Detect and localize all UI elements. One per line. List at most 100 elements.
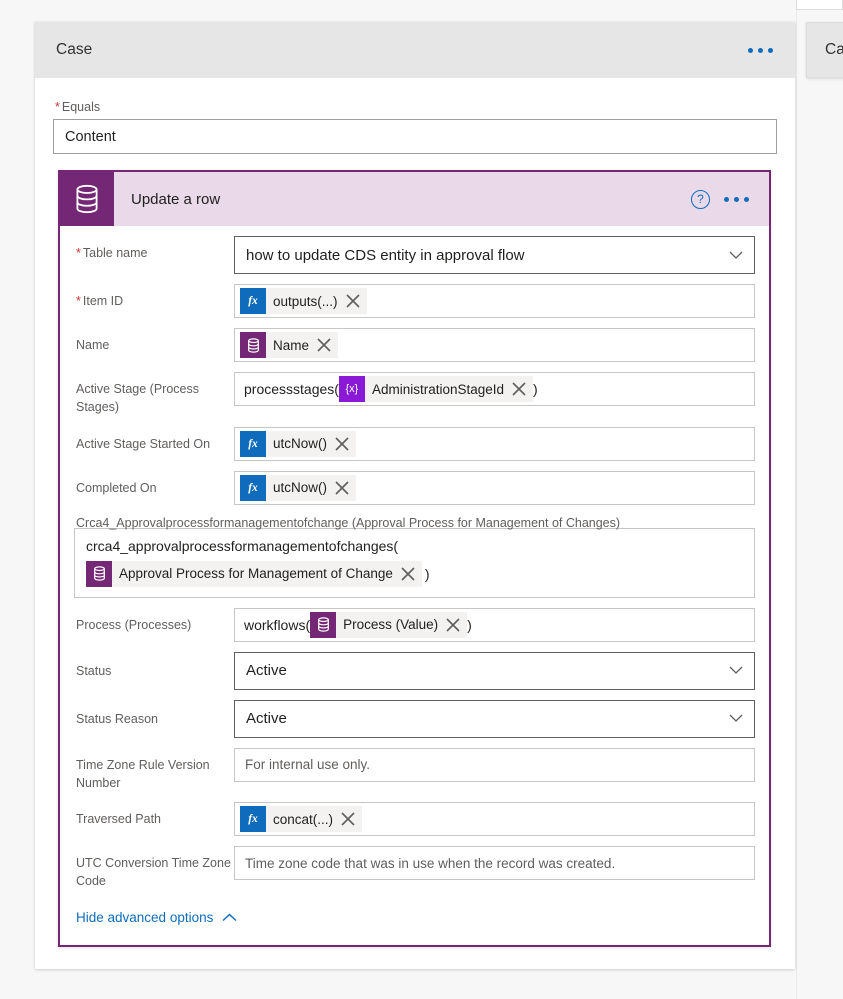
expression-prefix: processstages(	[244, 381, 339, 397]
status-dropdown[interactable]: Active	[234, 651, 755, 690]
field-control: Active	[234, 699, 755, 738]
status-reason-dropdown[interactable]: Active	[234, 699, 755, 738]
update-a-row-action-card: Update a row ? * Table name how to updat…	[58, 170, 771, 947]
process-input[interactable]: workflows( Process (Value) )	[234, 607, 755, 642]
fx-icon: fx	[240, 474, 266, 501]
dataverse-database-icon	[60, 172, 114, 226]
field-label-crca4: Crca4_Approvalprocessformanagementofchan…	[76, 515, 621, 530]
help-question-icon[interactable]: ?	[691, 189, 710, 209]
dataverse-token[interactable]: Name	[240, 332, 339, 358]
label-text: Name	[76, 338, 110, 352]
close-icon[interactable]	[314, 335, 334, 355]
field-label-process: Process (Processes)	[74, 608, 234, 635]
name-input[interactable]: Name	[234, 328, 755, 362]
completed-on-input[interactable]: fx utcNow()	[234, 470, 755, 505]
field-row-traversed-path: Traversed Path fx concat(...)	[74, 802, 755, 837]
fx-icon: fx	[240, 288, 266, 314]
field-control: fx outputs(...)	[234, 284, 755, 318]
item-id-input[interactable]: fx outputs(...)	[234, 284, 755, 318]
field-row-utc-conversion-time-zone-code: UTC Conversion Time Zone Code Time zone …	[74, 846, 755, 891]
case-card-title: Case	[56, 41, 93, 58]
close-icon[interactable]	[398, 564, 418, 584]
hide-advanced-options-link[interactable]: Hide advanced options	[74, 901, 755, 931]
field-row-status: Status Active	[74, 651, 755, 690]
close-icon[interactable]	[343, 291, 363, 311]
case-card-header: Case	[35, 22, 795, 78]
field-control: fx concat(...)	[234, 802, 755, 837]
close-icon[interactable]	[509, 379, 529, 399]
utc-conversion-time-zone-code-input[interactable]: Time zone code that was in use when the …	[234, 846, 755, 881]
variable-braces-icon: {x}	[338, 376, 365, 402]
equals-input[interactable]: Content	[53, 119, 777, 154]
close-icon[interactable]	[332, 434, 352, 454]
field-control: workflows( Process (Value) )	[234, 607, 755, 642]
token-text: utcNow()	[273, 480, 328, 495]
case-card-body: * Equals Content Update a row ? * Table …	[35, 78, 795, 969]
traversed-path-input[interactable]: fx concat(...)	[234, 802, 755, 837]
label-text: Time Zone Rule Version Number	[76, 757, 210, 790]
dataverse-token[interactable]: Approval Process for Management of Chang…	[86, 560, 422, 587]
status-reason-value: Active	[246, 710, 287, 728]
active-stage-started-on-input[interactable]: fx utcNow()	[234, 426, 755, 461]
ellipsis-icon[interactable]	[720, 191, 753, 208]
field-row-status-reason: Status Reason Active	[74, 699, 755, 738]
field-label-completed-on: Completed On	[74, 471, 234, 498]
expression-suffix: )	[424, 565, 430, 582]
field-row-active-stage: Active Stage (Process Stages) processsta…	[74, 372, 755, 417]
action-card-header-buttons: ?	[691, 172, 769, 226]
token-text: AdministrationStageId	[371, 381, 505, 397]
field-row-process: Process (Processes) workflows( Process (…	[74, 607, 755, 642]
field-label-table-name: * Table name	[74, 236, 234, 263]
expression-prefix: workflows(	[244, 616, 311, 633]
token-text: concat(...)	[273, 811, 334, 827]
expression-token[interactable]: fx concat(...)	[240, 806, 363, 833]
dot	[748, 47, 753, 53]
ellipsis-icon[interactable]	[744, 42, 777, 59]
label-text: Status	[76, 663, 112, 678]
dataverse-token[interactable]: Process (Value)	[310, 611, 468, 638]
expression-token[interactable]: fx utcNow()	[240, 430, 357, 457]
close-icon[interactable]	[332, 478, 352, 498]
chevron-down-icon	[729, 666, 743, 675]
close-icon[interactable]	[338, 809, 358, 829]
equals-label-text: Equals	[61, 100, 101, 114]
status-value: Active	[246, 662, 287, 680]
field-label-traversed-path: Traversed Path	[74, 802, 234, 829]
equals-input-value: Content	[65, 128, 116, 145]
label-text: UTC Conversion Time Zone Code	[76, 856, 231, 888]
field-label-utc-conversion-time-zone-code: UTC Conversion Time Zone Code	[74, 846, 234, 891]
peek-case-title: Cas	[825, 41, 843, 58]
label-text: Process (Processes)	[76, 617, 192, 632]
active-stage-input[interactable]: processstages( {x} AdministrationStageId…	[234, 372, 755, 406]
field-control: how to update CDS entity in approval flo…	[234, 236, 755, 274]
dot	[724, 196, 729, 202]
action-card-title: Update a row	[131, 190, 221, 208]
token-text: utcNow()	[273, 436, 328, 451]
hide-advanced-options-label: Hide advanced options	[76, 909, 214, 925]
variable-token[interactable]: {x} AdministrationStageId	[338, 376, 534, 402]
field-row-item-id: * Item ID fx outputs(...)	[74, 284, 755, 318]
crca4-input[interactable]: crca4_approvalprocessformanagementofchan…	[74, 527, 755, 598]
label-text: Active Stage Started On	[76, 436, 211, 451]
crca4-token-line: Approval Process for Management of Chang…	[86, 560, 743, 587]
field-label-name: Name	[74, 328, 234, 355]
field-control: Active	[234, 651, 755, 690]
dot	[744, 196, 749, 202]
time-zone-rule-version-number-input[interactable]: For internal use only.	[234, 747, 755, 782]
field-control: processstages( {x} AdministrationStageId…	[234, 372, 755, 406]
table-name-dropdown[interactable]: how to update CDS entity in approval flo…	[234, 236, 755, 274]
dot	[734, 196, 739, 202]
label-text: Item ID	[82, 294, 124, 308]
expression-token[interactable]: fx utcNow()	[240, 474, 357, 501]
expression-token[interactable]: fx outputs(...)	[240, 288, 367, 314]
field-control: fx utcNow()	[234, 470, 755, 505]
field-row-crca4: Crca4_Approvalprocessformanagementofchan…	[74, 515, 755, 598]
equals-label: * Equals	[55, 100, 777, 114]
required-asterisk: *	[55, 100, 60, 114]
field-row-time-zone-rule-version-number: Time Zone Rule Version Number For intern…	[74, 747, 755, 793]
required-asterisk: *	[76, 294, 81, 308]
field-row-completed-on: Completed On fx utcNow()	[74, 470, 755, 505]
peek-case-card[interactable]: Cas	[806, 22, 843, 78]
label-text: Table name	[82, 246, 148, 260]
close-icon[interactable]	[443, 615, 463, 635]
